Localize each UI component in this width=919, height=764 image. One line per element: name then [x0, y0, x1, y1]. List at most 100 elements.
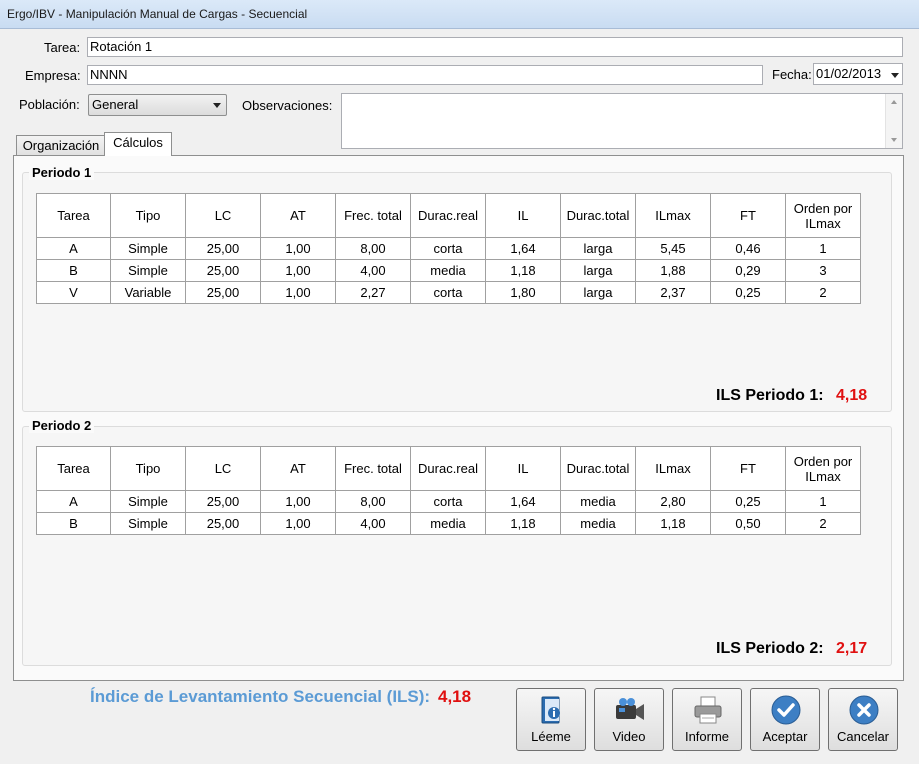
ils-periodo-2: ILS Periodo 2: 2,17 [716, 640, 867, 658]
table-cell: V [36, 281, 111, 304]
table-cell: 8,00 [335, 237, 411, 260]
table-cell: 1 [785, 490, 861, 513]
window-title: Ergo/IBV - Manipulación Manual de Cargas… [7, 7, 308, 21]
ils-periodo-1: ILS Periodo 1: 4,18 [716, 387, 867, 405]
observaciones-scrollbar[interactable] [885, 94, 902, 148]
table-cell: media [410, 512, 486, 535]
table-cell: 0,46 [710, 237, 786, 260]
chevron-down-icon [891, 73, 899, 78]
table-cell: Simple [110, 259, 186, 282]
table-cell: 1,00 [260, 512, 336, 535]
table-cell: 1,00 [260, 490, 336, 513]
table-cell: 8,00 [335, 490, 411, 513]
table-cell: corta [410, 281, 486, 304]
ils-summary-label: Índice de Levantamiento Secuencial (ILS)… [90, 687, 431, 706]
scroll-down-icon[interactable] [891, 138, 897, 142]
tarea-label: Tarea: [44, 40, 81, 55]
checkmark-icon [771, 695, 801, 725]
cancelar-label: Cancelar [836, 729, 890, 744]
leeme-button[interactable]: Léeme [516, 688, 586, 751]
table-cell: 1,18 [485, 512, 561, 535]
table-cell: Variable [110, 281, 186, 304]
tarea-input[interactable]: Rotación 1 [87, 37, 903, 57]
table-cell: 2 [785, 512, 861, 535]
table-row[interactable]: A Simple 25,00 1,00 8,00 corta 1,64 media 2,80 0,… [36, 490, 861, 513]
tab-calculos[interactable]: Cálculos [104, 132, 172, 156]
table-cell: Simple [110, 490, 186, 513]
video-camera-icon [616, 698, 644, 720]
column-header: ILmax [635, 446, 711, 491]
periodo-1-title: Periodo 1 [29, 165, 95, 180]
column-header: Durac.total [560, 193, 636, 238]
table-row[interactable]: A Simple 25,00 1,00 8,00 corta 1,64 larga 5,45 0,… [36, 237, 861, 260]
title-bar: Ergo/IBV - Manipulación Manual de Cargas… [0, 0, 919, 29]
scroll-up-icon[interactable] [891, 100, 897, 104]
table-cell: 25,00 [185, 237, 261, 260]
fecha-value: 01/02/2013 [816, 66, 882, 81]
aceptar-label: Aceptar [762, 729, 808, 744]
table-cell: 2,80 [635, 490, 711, 513]
table-cell: 1,64 [485, 490, 561, 513]
observaciones-textarea[interactable] [341, 93, 903, 149]
column-header: LC [185, 446, 261, 491]
column-header: ILmax [635, 193, 711, 238]
ils-periodo-2-value: 2,17 [836, 640, 868, 657]
cancelar-button[interactable]: Cancelar [828, 688, 898, 751]
table-row[interactable]: V Variable 25,00 1,00 2,27 corta 1,80 larga 2,37… [36, 281, 861, 304]
column-header: FT [710, 193, 786, 238]
empresa-label: Empresa: [25, 68, 81, 83]
table-cell: corta [410, 490, 486, 513]
column-header: LC [185, 193, 261, 238]
table-cell: larga [560, 281, 636, 304]
table-cell: B [36, 259, 111, 282]
table-cell: larga [560, 259, 636, 282]
video-label: Video [612, 729, 646, 744]
printer-icon [694, 696, 722, 724]
leeme-label: Léeme [531, 729, 571, 744]
column-header: Durac.real [410, 193, 486, 238]
tab-organizacion[interactable]: Organización [16, 135, 106, 156]
fecha-label: Fecha: [772, 67, 812, 82]
table-cell: corta [410, 237, 486, 260]
aceptar-button[interactable]: Aceptar [750, 688, 820, 751]
informe-label: Informe [684, 729, 730, 744]
table-cell: Simple [110, 237, 186, 260]
table-cell: 2 [785, 281, 861, 304]
ils-periodo-2-label: ILS Periodo 2: [716, 640, 824, 657]
table-header-row: Tarea Tipo LC AT Frec. total Durac.real IL Dura… [36, 193, 861, 238]
table-row[interactable]: B Simple 25,00 1,00 4,00 media 1,18 larga 1,88 0,… [36, 259, 861, 282]
table-cell: 1,80 [485, 281, 561, 304]
table-cell: larga [560, 237, 636, 260]
table-header-row: Tarea Tipo LC AT Frec. total Durac.real IL Dura… [36, 446, 861, 491]
table-cell: 1,64 [485, 237, 561, 260]
poblacion-select[interactable]: General [88, 94, 227, 116]
column-header: IL [485, 446, 561, 491]
table-cell: 5,45 [635, 237, 711, 260]
column-header: AT [260, 446, 336, 491]
table-row[interactable]: B Simple 25,00 1,00 4,00 media 1,18 media 1,18 0,… [36, 512, 861, 535]
column-header: Tarea [36, 446, 111, 491]
empresa-input[interactable]: NNNN [87, 65, 763, 85]
column-header: Frec. total [335, 193, 411, 238]
column-header: FT [710, 446, 786, 491]
fecha-picker[interactable]: 01/02/2013 [813, 63, 903, 85]
table-cell: 4,00 [335, 259, 411, 282]
table-cell: 2,37 [635, 281, 711, 304]
table-cell: 2,27 [335, 281, 411, 304]
ils-periodo-1-value: 4,18 [836, 387, 868, 404]
table-cell: 3 [785, 259, 861, 282]
informe-button[interactable]: Informe [672, 688, 742, 751]
ils-periodo-1-label: ILS Periodo 1: [716, 387, 824, 404]
table-cell: 0,25 [710, 281, 786, 304]
table-cell: 0,29 [710, 259, 786, 282]
cancel-x-icon [849, 695, 879, 725]
table-cell: media [560, 512, 636, 535]
column-header: Tipo [110, 193, 186, 238]
column-header: Tipo [110, 446, 186, 491]
table-cell: 25,00 [185, 281, 261, 304]
video-button[interactable]: Video [594, 688, 664, 751]
table-cell: Simple [110, 512, 186, 535]
column-header: AT [260, 193, 336, 238]
column-header: Orden por ILmax [785, 193, 861, 238]
table-cell: 1 [785, 237, 861, 260]
